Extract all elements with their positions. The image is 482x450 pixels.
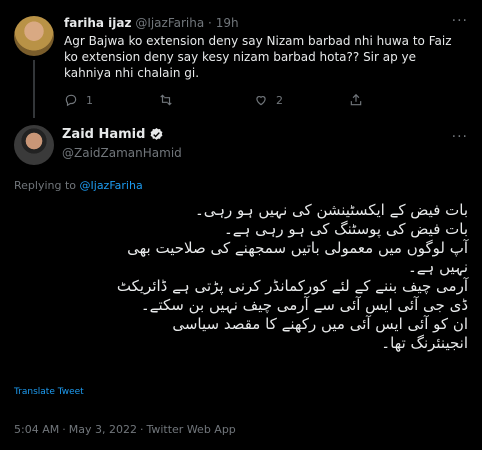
tweet-source[interactable]: Twitter Web App xyxy=(146,423,235,436)
separator-dot: · xyxy=(208,16,212,30)
reply-tweet[interactable]: fariha ijaz @IjazFariha · 19h ··· Agr Ba… xyxy=(0,0,482,118)
verified-badge-icon xyxy=(151,127,163,140)
replying-to-label: Replying to xyxy=(14,179,80,192)
reply-icon xyxy=(65,94,77,107)
tweet-text: بات فیض کے ایکسٹینشن کی نہیں ہو رہی۔ بات… xyxy=(14,201,468,353)
reply-header: fariha ijaz @IjazFariha · 19h xyxy=(64,16,239,30)
share-icon xyxy=(350,93,362,106)
tweet-time[interactable]: 5:04 AM xyxy=(14,423,59,436)
reply-text: Agr Bajwa ko extension deny say Nizam ba… xyxy=(64,34,452,80)
avatar[interactable] xyxy=(14,16,54,56)
translate-tweet-link[interactable]: Translate Tweet xyxy=(14,387,84,397)
author-handle[interactable]: @ZaidZamanHamid xyxy=(62,146,182,160)
reply-button[interactable]: 1 xyxy=(64,92,159,108)
reply-author-name[interactable]: fariha ijaz xyxy=(64,16,131,30)
retweet-icon xyxy=(160,94,172,106)
author-name-row[interactable]: Zaid Hamid xyxy=(62,127,164,142)
tweet-meta: 5:04 AM · May 3, 2022 · Twitter Web App xyxy=(14,423,236,436)
reply-count: 1 xyxy=(86,93,93,107)
like-count: 2 xyxy=(276,93,283,107)
replying-to: Replying to @IjazFariha xyxy=(14,179,143,192)
tweet-text-line: بات فیض کی پوسٹنگ کی ہو رہی ہے۔ xyxy=(223,220,468,238)
author-name[interactable]: Zaid Hamid xyxy=(62,127,145,142)
tweet-text-line: ان کو آئی ایس آئی میں رکھنے کا مقصد سیاس… xyxy=(172,315,468,333)
thread-line xyxy=(33,60,35,118)
replying-to-mention[interactable]: @IjazFariha xyxy=(80,179,143,192)
reply-actions: 1 2 xyxy=(64,92,444,108)
main-tweet-header: Zaid Hamid @ZaidZamanHamid ··· xyxy=(14,123,468,167)
retweet-button[interactable] xyxy=(159,92,254,108)
tweet-text-line: انجینئرنگ تھا۔ xyxy=(381,334,468,352)
tweet-text-line: ڈی جی آئی ایس آئی سے آرمی چیف نہیں بن سک… xyxy=(140,296,468,314)
like-button[interactable]: 2 xyxy=(254,92,349,108)
more-icon[interactable]: ··· xyxy=(452,13,468,29)
separator-dot: · xyxy=(62,423,66,436)
more-icon[interactable]: ··· xyxy=(452,129,468,145)
tweet-text-line: آرمی چیف بننے کے لئے کورکمانڈر کرنی پڑتی… xyxy=(116,277,468,295)
reply-timestamp[interactable]: 19h xyxy=(216,16,239,30)
share-button[interactable] xyxy=(349,92,444,108)
tweet-text-line: آپ لوگوں میں معمولی باتیں سمجھنے کی صلاح… xyxy=(127,239,468,257)
reply-author-handle[interactable]: @IjazFariha xyxy=(135,16,204,30)
avatar[interactable] xyxy=(14,125,54,165)
tweet-text-line: نہیں ہے۔ xyxy=(407,258,468,276)
separator-dot: · xyxy=(139,423,144,436)
tweet-date[interactable]: May 3, 2022 xyxy=(69,423,137,436)
tweet-text-line: بات فیض کے ایکسٹینشن کی نہیں ہو رہی۔ xyxy=(194,201,468,219)
like-icon xyxy=(256,96,266,106)
